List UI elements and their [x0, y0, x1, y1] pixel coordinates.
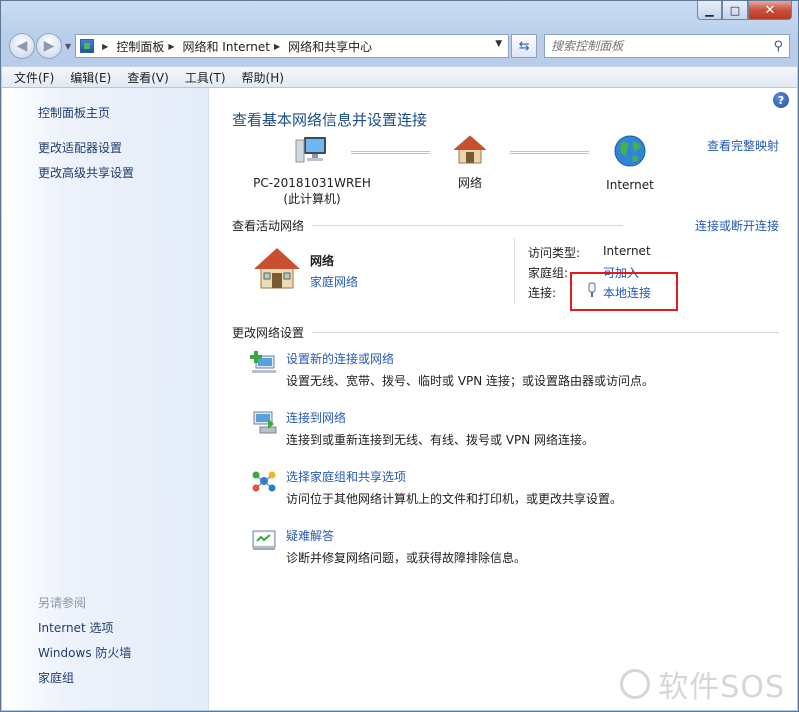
- home-network-icon: [254, 248, 300, 289]
- watermark: 软件SOS: [620, 662, 785, 706]
- menu-bar: 文件(F) 编辑(E) 查看(V) 工具(T) 帮助(H): [2, 66, 797, 88]
- recent-pages-dropdown[interactable]: ▼: [65, 42, 71, 51]
- highlight-box: [570, 272, 678, 311]
- task-homegroup-sharing-title[interactable]: 选择家庭组和共享选项: [286, 468, 406, 485]
- content-area: 控制面板主页 更改适配器设置 更改高级共享设置 另请参阅 Internet 选项…: [2, 88, 797, 710]
- breadcrumb-separator-icon[interactable]: ▶: [168, 42, 174, 51]
- breadcrumb-control-panel[interactable]: 控制面板: [116, 38, 164, 55]
- access-type-value: Internet: [603, 244, 651, 258]
- task-connect-to-network-title[interactable]: 连接到网络: [286, 409, 346, 426]
- new-connection-icon: [250, 351, 276, 373]
- menu-tools[interactable]: 工具(T): [179, 69, 232, 86]
- sidebar-link-windows-firewall[interactable]: Windows 防火墙: [38, 644, 131, 661]
- task-sidebar: 控制面板主页 更改适配器设置 更改高级共享设置 另请参阅 Internet 选项…: [2, 88, 209, 710]
- address-bar[interactable]: ▶ 控制面板 ▶ 网络和 Internet ▶ 网络和共享中心 ▼: [75, 34, 510, 58]
- search-box[interactable]: ⚲: [544, 34, 790, 58]
- map-node-internet[interactable]: Internet: [560, 134, 700, 193]
- refresh-icon: ⇆: [518, 38, 530, 54]
- address-row: ◀ ▶ ▼ ▶ 控制面板 ▶ 网络和 Internet ▶ 网络和共享中心 ▼ …: [9, 32, 790, 60]
- menu-edit[interactable]: 编辑(E): [64, 69, 117, 86]
- help-icon[interactable]: ?: [773, 92, 789, 108]
- explorer-window: ▁ □ ✕ ◀ ▶ ▼ ▶ 控制面板 ▶ 网络和 Internet ▶ 网络和共…: [0, 0, 799, 712]
- house-icon: [453, 135, 487, 164]
- back-arrow-icon: ◀: [16, 38, 28, 54]
- breadcrumb-separator-icon[interactable]: ▶: [102, 42, 108, 51]
- menu-file[interactable]: 文件(F): [8, 69, 60, 86]
- section-divider: [312, 225, 623, 226]
- breadcrumb-separator-icon[interactable]: ▶: [274, 42, 280, 51]
- breadcrumb-network-sharing-center[interactable]: 网络和共享中心: [288, 38, 372, 55]
- search-icon[interactable]: ⚲: [773, 39, 783, 54]
- active-networks-label: 查看活动网络: [232, 219, 305, 233]
- menu-help[interactable]: 帮助(H): [236, 69, 290, 86]
- active-network-type-link[interactable]: 家庭网络: [310, 273, 358, 290]
- map-node-computer-sub: (此计算机): [283, 192, 341, 206]
- see-full-map-link[interactable]: 查看完整映射: [707, 137, 779, 154]
- section-divider: [312, 332, 779, 333]
- refresh-button[interactable]: ⇆: [511, 34, 538, 58]
- map-node-internet-label: Internet: [606, 178, 654, 192]
- task-connect-to-network-desc: 连接到或重新连接到无线、有线、拨号或 VPN 网络连接。: [286, 433, 595, 447]
- watermark-logo-icon: [620, 669, 651, 699]
- globe-icon: [614, 135, 646, 167]
- task-setup-new-connection-title[interactable]: 设置新的连接或网络: [286, 350, 394, 367]
- task-homegroup-sharing-desc: 访问位于其他网络计算机上的文件和打印机，或更改共享设置。: [286, 492, 623, 506]
- troubleshoot-icon: [252, 530, 276, 550]
- maximize-button[interactable]: □: [722, 1, 748, 20]
- map-node-network-label: 网络: [457, 176, 482, 190]
- sidebar-link-change-adapter-settings[interactable]: 更改适配器设置: [38, 139, 122, 156]
- close-button[interactable]: ✕: [748, 1, 792, 20]
- minimize-button[interactable]: ▁: [697, 1, 722, 20]
- main-panel: ? 查看基本网络信息并设置连接 查看完整映射 PC-20181031WREH (…: [210, 88, 797, 710]
- task-setup-new-connection-desc: 设置无线、宽带、拨号、临时或 VPN 连接；或设置路由器或访问点。: [286, 374, 655, 388]
- sidebar-link-internet-options[interactable]: Internet 选项: [38, 619, 113, 636]
- page-title: 查看基本网络信息并设置连接: [232, 111, 428, 129]
- map-node-computer[interactable]: PC-20181031WREH (此计算机): [242, 134, 382, 207]
- homegroup-key: 家庭组:: [528, 266, 569, 280]
- vertical-divider: [514, 238, 515, 304]
- search-input[interactable]: [551, 39, 774, 53]
- task-troubleshoot-desc: 诊断并修复网络问题，或获得故障排除信息。: [286, 551, 527, 565]
- active-network-name: 网络: [310, 254, 335, 268]
- task-troubleshoot-title[interactable]: 疑难解答: [286, 527, 334, 544]
- sidebar-link-homegroup[interactable]: 家庭组: [38, 669, 74, 686]
- connection-key: 连接:: [528, 286, 557, 300]
- address-dropdown-icon[interactable]: ▼: [495, 39, 502, 49]
- change-settings-label: 更改网络设置: [232, 326, 305, 340]
- menu-view[interactable]: 查看(V): [121, 69, 175, 86]
- forward-arrow-icon: ▶: [43, 38, 55, 54]
- forward-button[interactable]: ▶: [36, 33, 62, 59]
- map-node-computer-label: PC-20181031WREH: [253, 176, 371, 190]
- map-node-network[interactable]: 网络: [400, 134, 540, 191]
- computer-icon: [295, 137, 326, 163]
- sidebar-link-control-panel-home[interactable]: 控制面板主页: [38, 104, 110, 121]
- back-button[interactable]: ◀: [9, 33, 35, 59]
- access-type-key: 访问类型:: [528, 246, 581, 260]
- connect-disconnect-link[interactable]: 连接或断开连接: [695, 217, 779, 234]
- sidebar-link-advanced-sharing-settings[interactable]: 更改高级共享设置: [38, 164, 134, 181]
- control-panel-icon: [80, 39, 95, 53]
- watermark-text: 软件SOS: [658, 670, 785, 705]
- breadcrumb-network-internet[interactable]: 网络和 Internet: [182, 38, 269, 55]
- caption-buttons: ▁ □ ✕: [697, 1, 792, 20]
- connect-network-icon: [253, 411, 277, 434]
- homegroup-icon: [252, 471, 276, 492]
- see-also-header: 另请参阅: [38, 596, 87, 610]
